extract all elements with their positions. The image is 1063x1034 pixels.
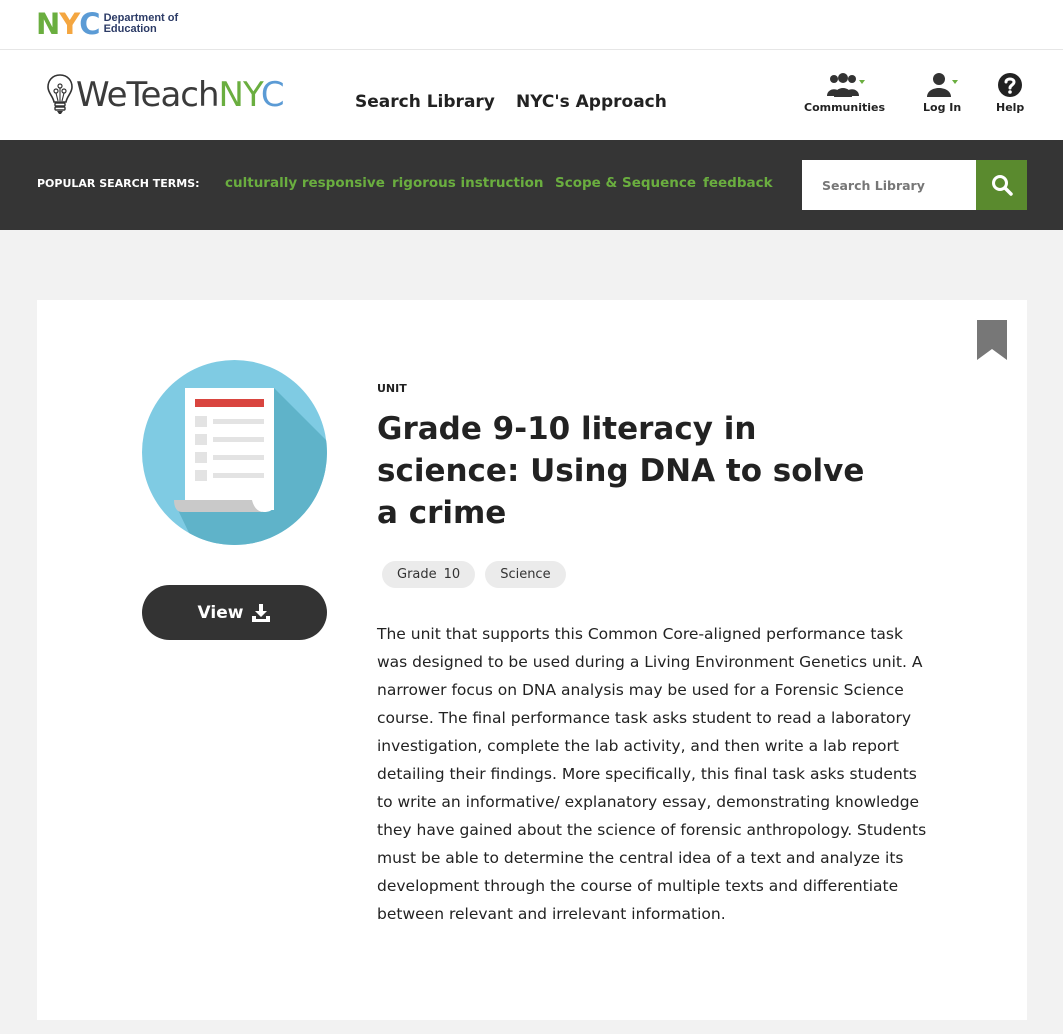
brand-nyc-n: N (218, 75, 244, 115)
login-label: Log In (923, 101, 962, 114)
tag-grade-value: 10 (443, 567, 461, 582)
popular-term-culturally-responsive[interactable]: culturally responsive (225, 175, 385, 191)
tag-subject-label: Science (500, 567, 551, 582)
bookmark-icon[interactable] (977, 320, 1007, 360)
doe-top-bar: N Y C Department of Education (0, 0, 1063, 50)
help-icon (998, 73, 1023, 97)
resource-tags: Grade 10 Science (382, 561, 576, 588)
doe-line-2: Education (103, 23, 157, 35)
resource-title: Grade 9-10 literacy in science: Using DN… (377, 411, 865, 531)
resource-card: View UNIT Grade 9-10 literacy in science… (37, 300, 1027, 1020)
document-icon (142, 360, 327, 545)
popular-term-feedback[interactable]: feedback (703, 175, 773, 191)
tag-subject[interactable]: Science (485, 561, 566, 588)
communities-menu[interactable]: Communities (804, 72, 885, 114)
nyc-letter-c: C (79, 7, 100, 41)
tag-grade-label: Grade (397, 567, 437, 582)
help-label: Help (996, 101, 1025, 114)
weteachnyc-logo[interactable]: WeTeachNYC (46, 72, 285, 118)
brand-nyc-c: C (260, 75, 285, 115)
nyc-letter-y: Y (59, 7, 80, 41)
main-header: WeTeachNYC Search Library NYC's Approach… (0, 50, 1063, 140)
login-menu[interactable]: Log In (923, 72, 961, 114)
people-icon (826, 73, 865, 97)
dropdown-caret-icon (952, 80, 959, 84)
search-button[interactable] (976, 160, 1027, 210)
nyc-doe-logo[interactable]: N Y C Department of Education (36, 9, 178, 39)
view-download-button[interactable]: View (142, 585, 327, 640)
popular-term-scope-sequence[interactable]: Scope & Sequence (555, 175, 696, 191)
download-icon (252, 603, 271, 622)
user-icon (927, 73, 959, 97)
view-label: View (197, 602, 244, 623)
popular-search-label: POPULAR SEARCH TERMS: (37, 177, 200, 190)
brand-name: WeTeachNYC (76, 72, 285, 118)
nyc-logo-letters: N Y C (36, 7, 101, 41)
brand-nyc-y: Y (242, 75, 262, 115)
brand-nyc: NYC (218, 75, 285, 115)
popular-search-bar: POPULAR SEARCH TERMS: culturally respons… (0, 140, 1063, 230)
communities-label: Communities (804, 101, 886, 114)
dropdown-caret-icon (858, 80, 865, 84)
nyc-letter-n: N (36, 7, 60, 41)
doe-name: Department of Education (104, 13, 179, 35)
resource-type: UNIT (377, 382, 407, 395)
search-icon (991, 175, 1013, 196)
resource-description: The unit that supports this Common Core-… (377, 625, 927, 923)
tag-grade[interactable]: Grade 10 (382, 561, 476, 588)
brand-we: WeTeach (76, 75, 220, 115)
help-link[interactable]: Help (996, 72, 1024, 114)
search-input[interactable] (802, 160, 976, 210)
popular-term-rigorous-instruction[interactable]: rigorous instruction (392, 175, 543, 191)
nav-search-library[interactable]: Search Library (355, 92, 495, 112)
lightbulb-icon (47, 74, 73, 114)
nav-nyc-approach[interactable]: NYC's Approach (516, 92, 667, 112)
